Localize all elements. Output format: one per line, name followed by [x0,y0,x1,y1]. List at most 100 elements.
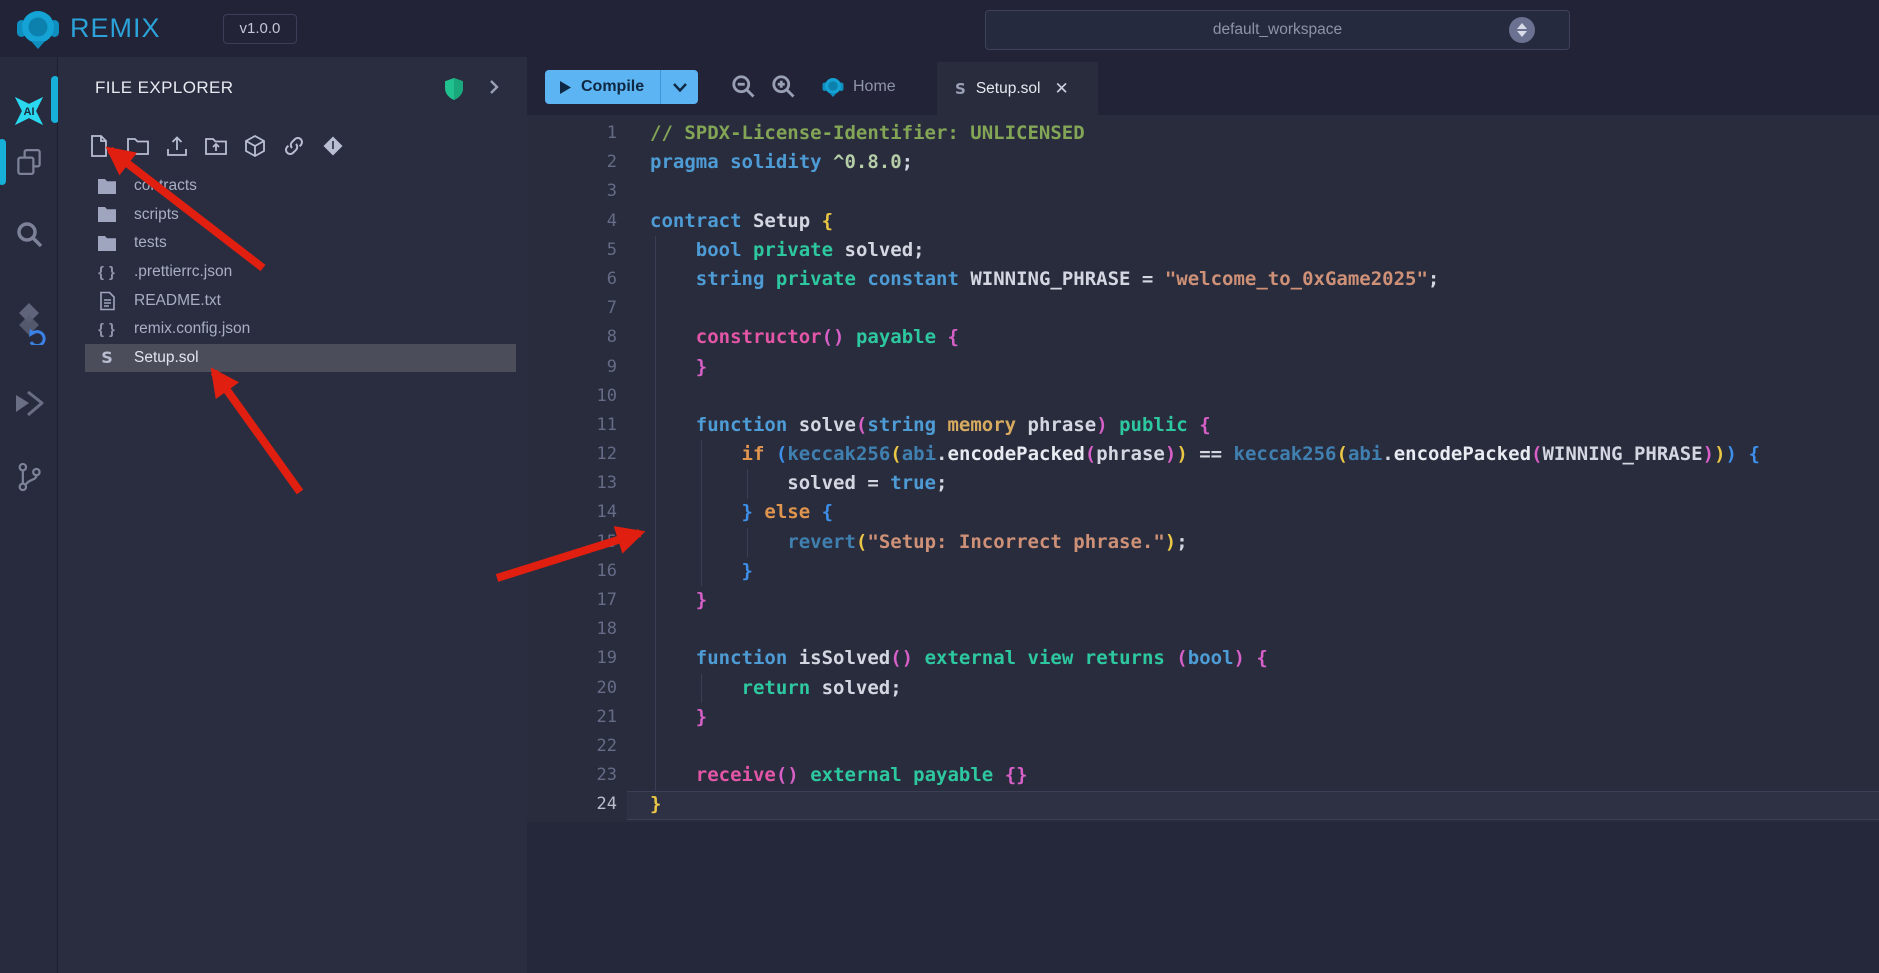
play-icon [559,80,572,95]
compile-split-button[interactable]: Compile [545,70,698,104]
tab-setup-sol[interactable]: S Setup.sol ✕ [937,62,1098,115]
code-line-14[interactable]: } else { [650,498,1879,527]
folder-icon [96,206,118,223]
file-label: tests [134,234,167,252]
remix-ide-window: REMIX v1.0.0 default_workspace AI [0,0,1879,973]
solidity-compiler-icon [9,299,49,345]
code-line-17[interactable]: } [650,586,1879,615]
json-icon: { } [96,264,118,281]
editor-empty-space [527,822,1879,973]
deploy-run-icon [13,389,45,419]
new-folder-icon[interactable] [125,133,151,159]
file-label: README.txt [134,292,221,310]
code-line-22[interactable] [650,732,1879,761]
editor-area: Compile [527,57,1879,973]
code-line-18[interactable] [650,615,1879,644]
tab-label: Setup.sol [976,80,1041,98]
sidebar-item-file-explorer[interactable] [0,142,57,182]
code-line-2[interactable]: pragma solidity ^0.8.0; [650,148,1879,177]
solidity-file-icon: S [955,80,966,98]
search-icon [13,218,45,250]
editor-toolbar: Compile [527,57,1879,115]
panel-title: FILE EXPLORER [95,78,233,98]
solidity-icon: S [96,348,118,367]
ipfs-cube-icon[interactable] [242,133,268,159]
file-tree: contracts scripts tests { } .prettierrc.json… [58,172,527,372]
new-file-icon[interactable] [86,133,112,159]
code-line-24[interactable]: } [650,790,1879,819]
file-explorer-header: FILE EXPLORER [58,70,527,106]
compile-label: Compile [581,78,644,96]
version-badge: v1.0.0 [223,14,298,44]
remix-logo-icon [16,7,60,51]
svg-text:AI: AI [23,106,34,118]
code-line-3[interactable] [650,177,1879,206]
files-icon [14,147,44,177]
zoom-out-icon[interactable] [729,72,757,100]
sidebar-item-git[interactable] [0,455,57,499]
code-lines[interactable]: // SPDX-License-Identifier: UNLICENSEDpr… [650,119,1879,820]
code-line-16[interactable]: } [650,557,1879,586]
shield-icon [443,77,465,101]
file-label: .prettierrc.json [134,263,232,281]
sidebar-item-remix-ai[interactable]: AI [0,89,57,133]
home-remix-icon [822,76,844,98]
file-row-scripts[interactable]: scripts [58,201,527,230]
workspace-sort-icon[interactable] [1509,17,1535,43]
file-label: contracts [134,177,197,195]
file-row-contracts[interactable]: contracts [58,172,527,201]
upload-folder-icon[interactable] [203,133,229,159]
json-icon: { } [96,321,118,338]
code-line-21[interactable]: } [650,703,1879,732]
file-explorer-panel: FILE EXPLORER [58,57,527,973]
code-line-20[interactable]: return solved; [650,674,1879,703]
code-line-8[interactable]: constructor() payable { [650,323,1879,352]
code-line-5[interactable]: bool private solved; [650,236,1879,265]
code-line-10[interactable] [650,382,1879,411]
chevron-right-icon[interactable] [486,77,502,97]
workspace-name: default_workspace [1213,21,1342,39]
code-line-9[interactable]: } [650,353,1879,382]
file-row-remix-config-json[interactable]: { } remix.config.json [58,315,527,344]
workspace-dropdown[interactable]: default_workspace [985,10,1570,50]
file-row-setup-sol[interactable]: S Setup.sol [58,344,527,373]
sidebar-item-search[interactable] [0,212,57,256]
folder-icon [96,178,118,195]
plugin-iconbar: AI [0,57,58,973]
compile-dropdown-button[interactable] [660,70,698,104]
file-explorer-toolbar [86,133,346,159]
code-line-12[interactable]: if (keccak256(abi.encodePacked(phrase)) … [650,440,1879,469]
remix-ai-icon: AI [8,90,50,132]
code-line-23[interactable]: receive() external payable {} [650,761,1879,790]
code-line-13[interactable]: solved = true; [650,469,1879,498]
file-label: Setup.sol [134,349,199,367]
sidebar-item-solidity-compiler[interactable] [0,297,57,347]
code-line-4[interactable]: contract Setup { [650,207,1879,236]
code-line-11[interactable]: function solve(string memory phrase) pub… [650,411,1879,440]
file-icon [96,291,118,311]
git-branch-icon [14,461,44,493]
code-editor[interactable]: 123456789101112131415161718192021222324 … [527,115,1879,822]
tab-close-icon[interactable]: ✕ [1054,80,1068,97]
file-label: remix.config.json [134,320,250,338]
code-line-6[interactable]: string private constant WINNING_PHRASE =… [650,265,1879,294]
compile-button[interactable]: Compile [545,70,660,104]
code-line-7[interactable] [650,294,1879,323]
zoom-in-icon[interactable] [769,72,797,100]
code-line-15[interactable]: revert("Setup: Incorrect phrase."); [650,528,1879,557]
code-line-19[interactable]: function isSolved() external view return… [650,644,1879,673]
link-icon[interactable] [281,133,307,159]
sidebar-item-deploy-run[interactable] [0,382,57,426]
code-line-1[interactable]: // SPDX-License-Identifier: UNLICENSED [650,119,1879,148]
upload-file-icon[interactable] [164,133,190,159]
file-row-tests[interactable]: tests [58,229,527,258]
home-tab-label: Home [853,78,896,96]
gem-icon[interactable] [320,133,346,159]
file-label: scripts [134,206,179,224]
gutter: 123456789101112131415161718192021222324 [527,119,617,820]
file-row-readme-txt[interactable]: README.txt [58,286,527,315]
tab-home[interactable]: Home [822,70,896,104]
topbar: REMIX v1.0.0 default_workspace [0,0,1879,58]
chevron-down-icon [673,83,687,92]
file-row--prettierrc-json[interactable]: { } .prettierrc.json [58,258,527,287]
